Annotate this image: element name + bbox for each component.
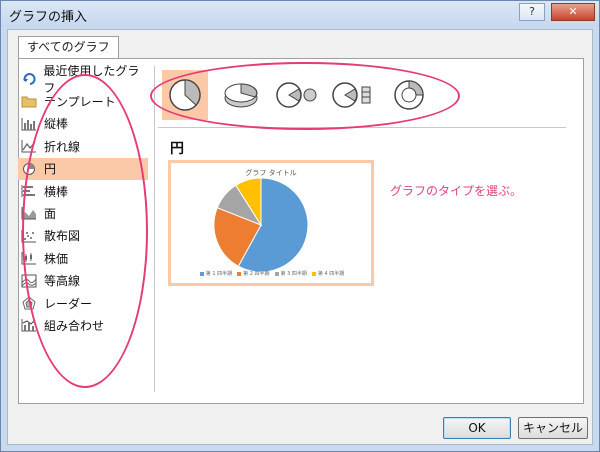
chart-type-label: 面 (44, 206, 57, 221)
radar-chart-icon (18, 292, 40, 314)
chart-preview[interactable]: グラフ タイトル 第 1 四半期第 2 四半期第 3 四半期第 4 四半期 (168, 160, 374, 286)
chart-subtype-title: 円 (170, 141, 184, 157)
chart-type-item[interactable]: 最近使用したグラフ (18, 64, 148, 95)
chart-type-label: レーダー (44, 296, 93, 311)
legend-label: 第 4 四半期 (317, 271, 345, 277)
legend-item: 第 4 四半期 (311, 270, 345, 277)
chart-type-label: 円 (44, 162, 57, 177)
chart-type-item[interactable]: 面 (18, 202, 148, 224)
help-button[interactable]: ? (519, 3, 545, 21)
legend-swatch (274, 271, 279, 276)
pie-subtype-icon[interactable] (162, 70, 208, 120)
scatter-chart-icon (18, 225, 40, 247)
dialog-title: グラフの挿入 (9, 10, 88, 25)
chart-type-item[interactable]: 株価 (18, 247, 148, 269)
chart-type-item[interactable]: 横棒 (18, 180, 148, 202)
pie-of-pie-subtype-icon[interactable] (274, 70, 320, 120)
vertical-divider (154, 66, 155, 392)
bar-chart-icon (18, 180, 40, 202)
legend-item: 第 2 四半期 (237, 270, 270, 277)
title-bar: グラフの挿入 ​ ? ✕ (1, 1, 599, 27)
chart-type-item[interactable]: テンプレート (18, 90, 148, 112)
chart-type-label: 横棒 (44, 184, 69, 199)
area-chart-icon (18, 202, 40, 224)
legend-swatch (311, 271, 316, 276)
surface-chart-icon (18, 270, 40, 292)
chart-type-item[interactable]: 折れ線 (18, 135, 148, 157)
ok-button[interactable]: OK (443, 417, 511, 439)
chart-type-item[interactable]: 縦棒 (18, 113, 148, 135)
legend-item: 第 3 四半期 (274, 270, 307, 277)
stock-chart-icon (18, 247, 40, 269)
chart-type-item[interactable]: 等高線 (18, 270, 148, 292)
line-chart-icon (18, 135, 40, 157)
chart-type-label: 散布図 (44, 229, 81, 244)
dialog-body: すべてのグラフ 最近使用したグラフ テンプレート 縦棒 折れ線円横棒面散布図 株価 等高線… (7, 29, 593, 445)
legend-label: 第 1 四半期 (205, 271, 233, 277)
legend-swatch (237, 271, 242, 276)
doughnut-subtype-icon[interactable] (386, 70, 432, 120)
chart-type-label: 縦棒 (44, 117, 69, 132)
pie-chart-icon (18, 158, 40, 180)
chart-type-item[interactable]: 散布図 (18, 225, 148, 247)
tab-all-charts[interactable]: すべてのグラフ (18, 36, 119, 58)
chart-type-item[interactable]: 組み合わせ (18, 314, 148, 336)
preview-legend: 第 1 四半期 第 2 四半期 第 3 四半期 第 4 四半期 (177, 270, 367, 277)
chart-type-label: 等高線 (44, 274, 81, 289)
close-button[interactable]: ✕ (551, 3, 595, 21)
chart-type-label: テンプレート (44, 94, 116, 109)
folder-icon (18, 90, 40, 112)
horizontal-divider (158, 127, 566, 128)
legend-label: 第 2 四半期 (243, 271, 270, 277)
chart-type-label: 折れ線 (44, 139, 81, 154)
legend-item: 第 1 四半期 (199, 270, 233, 277)
combo-chart-icon (18, 314, 40, 336)
column-chart-icon (18, 113, 40, 135)
chart-type-label: 組み合わせ (44, 318, 105, 333)
legend-label: 第 3 四半期 (280, 271, 307, 277)
insert-chart-dialog: グラフの挿入 ​ ? ✕ すべてのグラフ 最近使用したグラフテンプレート縦棒折れ… (0, 0, 600, 452)
chart-type-label: 株価 (44, 251, 69, 266)
bar-of-pie-subtype-icon[interactable] (330, 70, 376, 120)
chart-subtype-gallery (162, 70, 432, 120)
pie-chart (213, 177, 309, 273)
chart-type-item[interactable]: レーダー (18, 292, 148, 314)
legend-swatch (199, 271, 204, 276)
recent-icon (18, 68, 39, 90)
chart-type-item[interactable]: 円 (18, 157, 148, 180)
instruction-annotation: グラフのタイプを選ぶ。 (390, 184, 523, 198)
cancel-button[interactable]: キャンセル (518, 417, 588, 439)
3d-pie-subtype-icon[interactable] (218, 70, 264, 120)
